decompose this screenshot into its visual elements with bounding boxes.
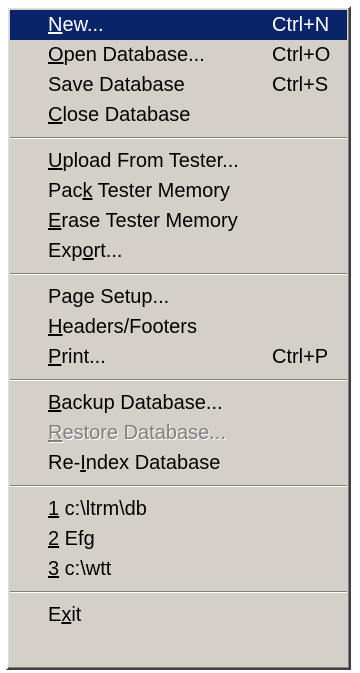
menu-item-label: Print... [48,346,106,368]
menu-item-shortcut: Ctrl+P [272,346,329,368]
menu-separator [8,266,349,282]
menu-item-label: Save Database [48,74,185,96]
menu-item-exit[interactable]: Exit [8,600,349,630]
menu-item-label: Headers/Footers [48,316,197,338]
menu-item-backup-database[interactable]: Backup Database... [8,388,349,418]
menu-item-label: Upload From Tester... [48,150,239,172]
menu-item-save-database[interactable]: Save Database Ctrl+S [8,70,349,100]
menu-item-label: Backup Database... [48,392,223,414]
menu-item-label: 1 c:\ltrm\db [48,498,147,520]
menu-item-restore-database: Restore Database... [8,418,349,448]
menu-item-reindex-database[interactable]: Re-Index Database [8,448,349,478]
menu-item-erase-tester-memory[interactable]: Erase Tester Memory [8,206,349,236]
menu-item-shortcut: Ctrl+O [272,44,331,66]
menu-item-recent-file-1[interactable]: 1 c:\ltrm\db [8,494,349,524]
menu-item-upload-from-tester[interactable]: Upload From Tester... [8,146,349,176]
menu-item-recent-file-2[interactable]: 2 Efg [8,524,349,554]
menu-item-pack-tester-memory[interactable]: Pack Tester Memory [8,176,349,206]
menu-item-label: Restore Database... [48,422,226,444]
menu-item-label: Re-Index Database [48,452,221,474]
menu-item-label: Pack Tester Memory [48,180,230,202]
menu-item-label: Page Setup... [48,286,170,308]
menu-item-label: Export... [48,240,123,262]
menu-item-label: 2 Efg [48,528,95,550]
menu-separator [8,130,349,146]
menu-item-label: Open Database... [48,44,205,66]
menu-item-close-database[interactable]: Close Database [8,100,349,130]
menu-separator [8,584,349,600]
menu-item-label: Erase Tester Memory [48,210,238,232]
menu-item-label: Exit [48,604,82,626]
menu-item-export[interactable]: Export... [8,236,349,266]
menu-item-new[interactable]: New... Ctrl+N [10,10,347,40]
menu-item-page-setup[interactable]: Page Setup... [8,282,349,312]
menu-item-label: 3 c:\wtt [48,558,112,580]
menu-item-headers-footers[interactable]: Headers/Footers [8,312,349,342]
file-menu: New... Ctrl+N Open Database... Ctrl+O Sa… [6,6,351,670]
menu-item-shortcut: Ctrl+S [272,74,329,96]
menu-item-open-database[interactable]: Open Database... Ctrl+O [8,40,349,70]
menu-separator [8,372,349,388]
menu-separator [8,478,349,494]
menu-item-shortcut: Ctrl+N [272,14,330,36]
menu-item-label: Close Database [48,104,191,126]
menu-item-recent-file-3[interactable]: 3 c:\wtt [8,554,349,584]
menu-item-label: New... [48,14,104,36]
menu-item-print[interactable]: Print... Ctrl+P [8,342,349,372]
